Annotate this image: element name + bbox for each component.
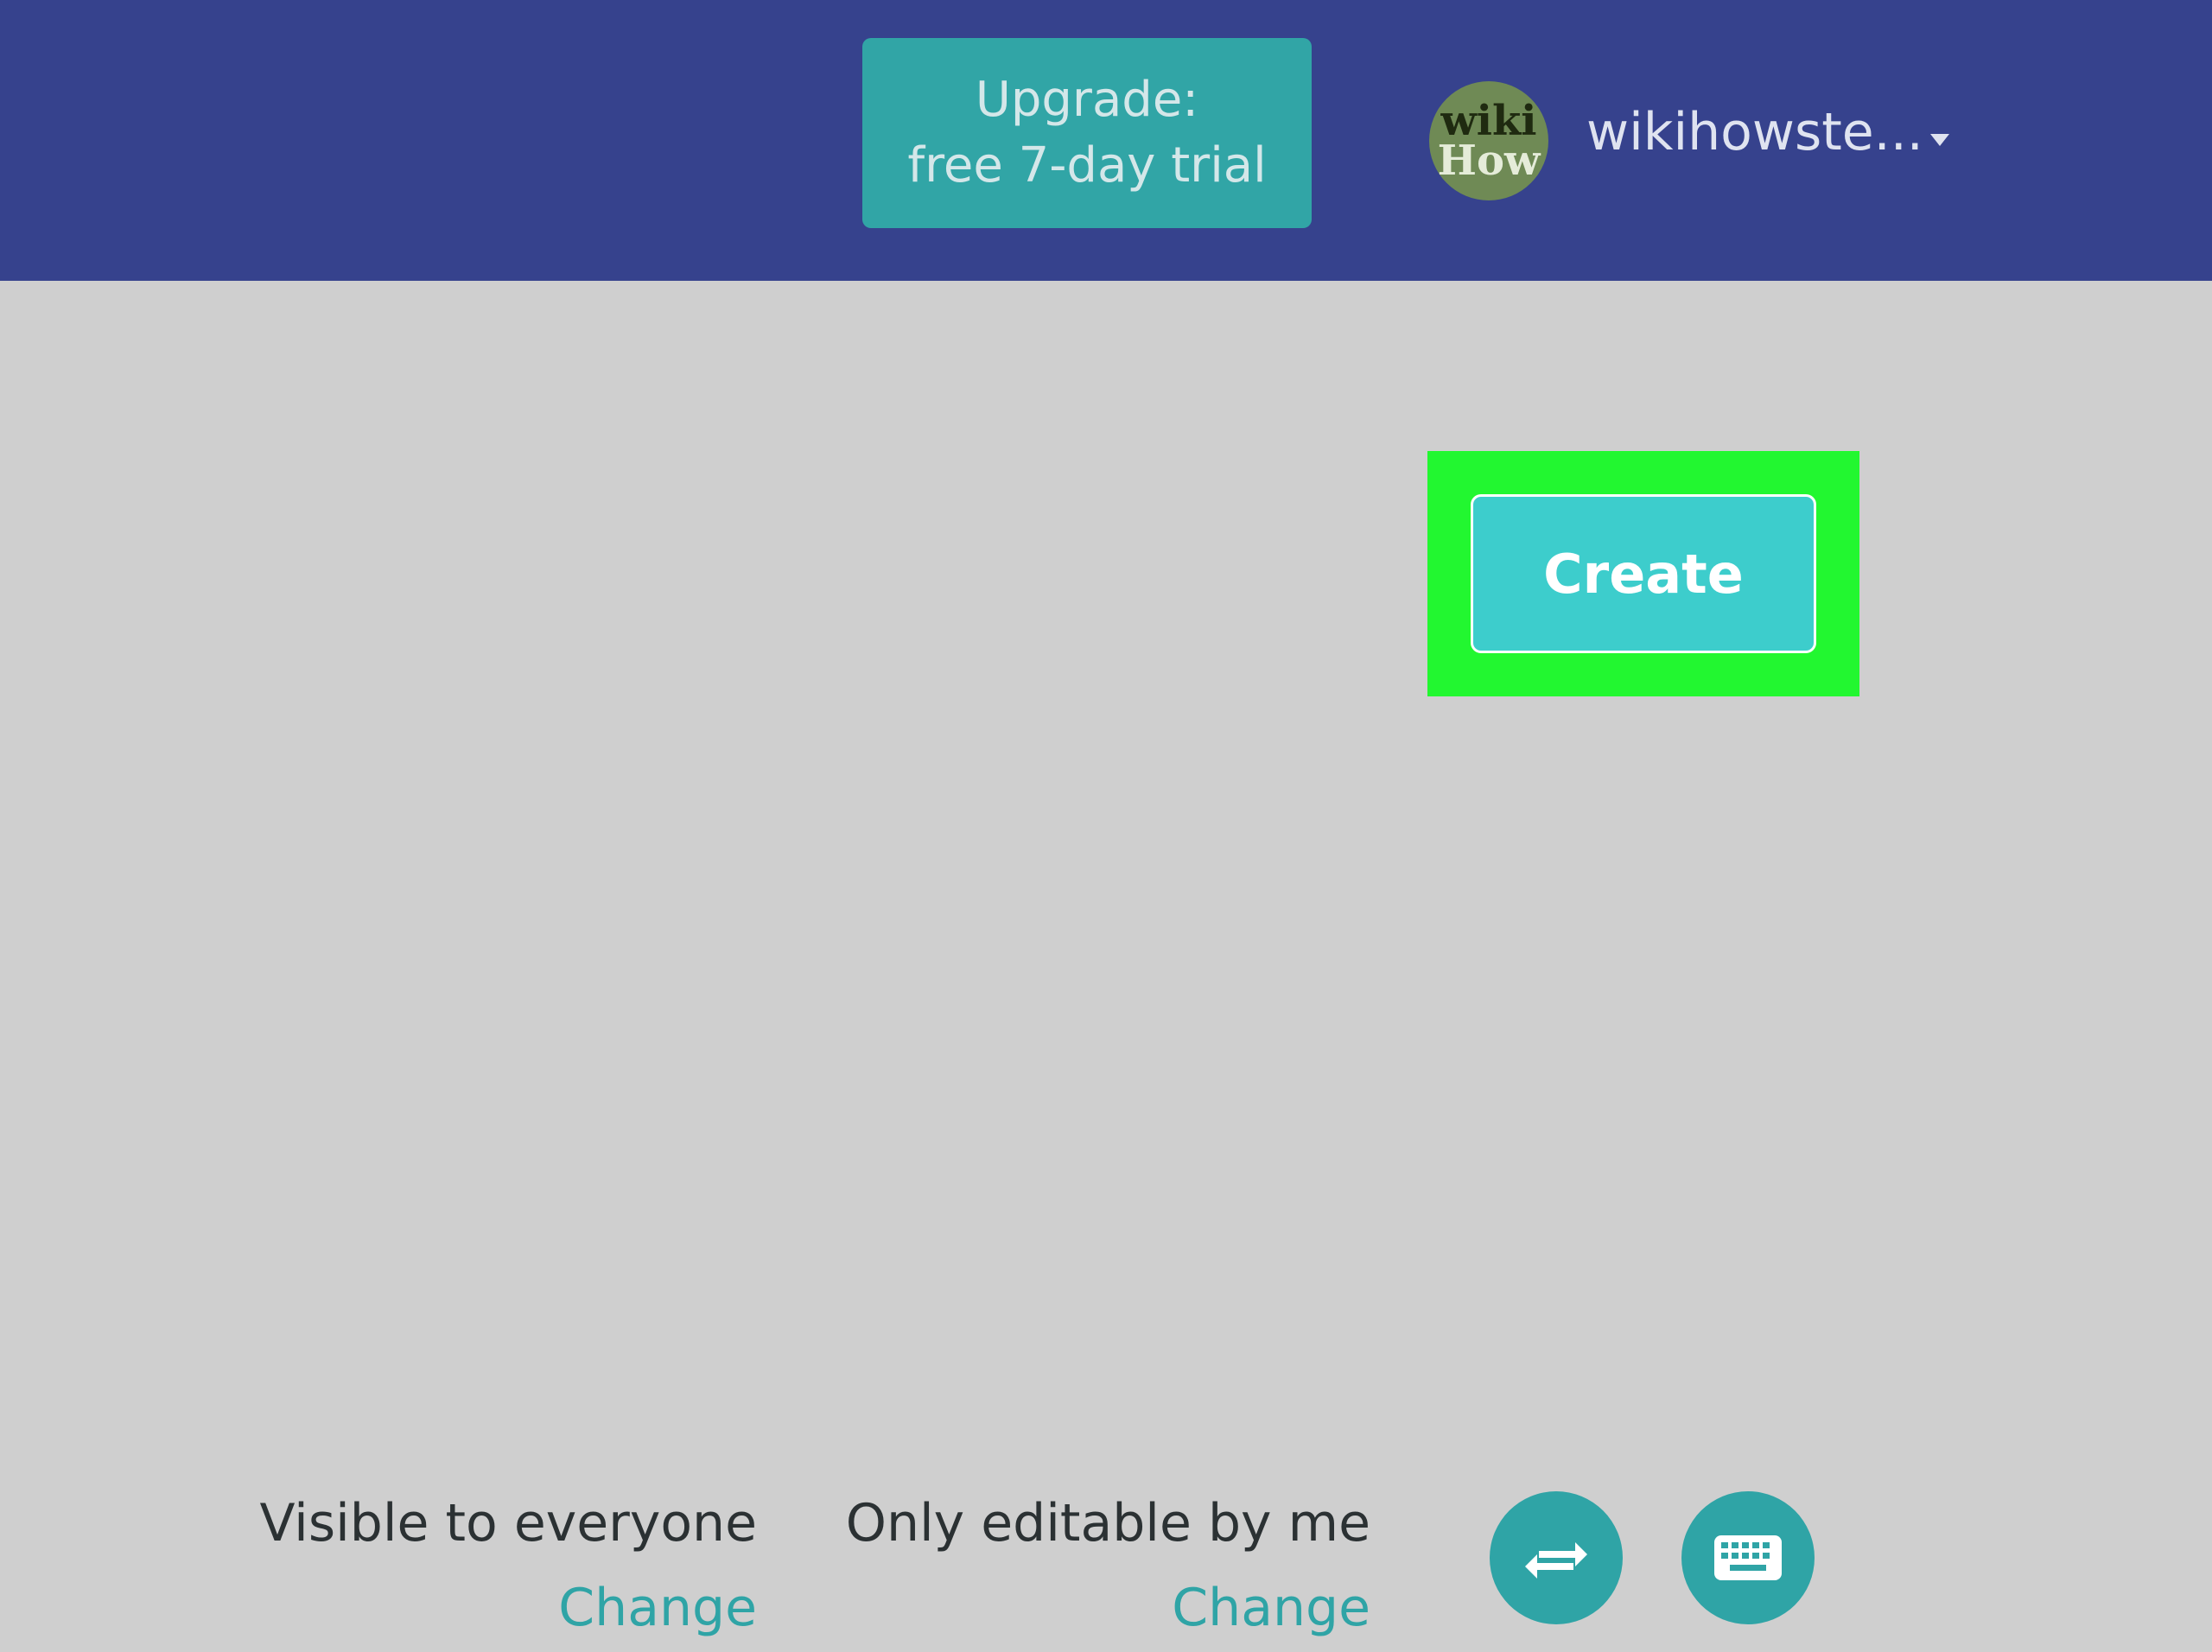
account-username[interactable]: wikihowste... [1586, 102, 1923, 162]
top-navigation-bar: Upgrade: free 7-day trial wiki How wikih… [0, 0, 2212, 281]
avatar[interactable]: wiki How [1429, 81, 1548, 200]
upgrade-trial-button[interactable]: Upgrade: free 7-day trial [862, 38, 1312, 228]
upgrade-label-line2: free 7-day trial [907, 137, 1267, 194]
upgrade-label-line1: Upgrade: [975, 72, 1199, 128]
swap-arrows-icon [1525, 1542, 1587, 1579]
keyboard-shortcuts-button[interactable] [1681, 1491, 1815, 1624]
swap-button[interactable] [1490, 1491, 1623, 1624]
keyboard-icon [1714, 1535, 1782, 1580]
avatar-text-line2: How [1437, 137, 1541, 185]
avatar-text-line1: wiki [1440, 97, 1537, 145]
chevron-down-icon[interactable] [1930, 134, 1949, 146]
editing-change-link[interactable]: Change [1172, 1578, 1370, 1638]
editing-status: Only editable by me [845, 1493, 1370, 1554]
visibility-status: Visible to everyone [259, 1493, 757, 1554]
create-button[interactable]: Create [1471, 494, 1816, 653]
visibility-change-link[interactable]: Change [558, 1578, 757, 1638]
